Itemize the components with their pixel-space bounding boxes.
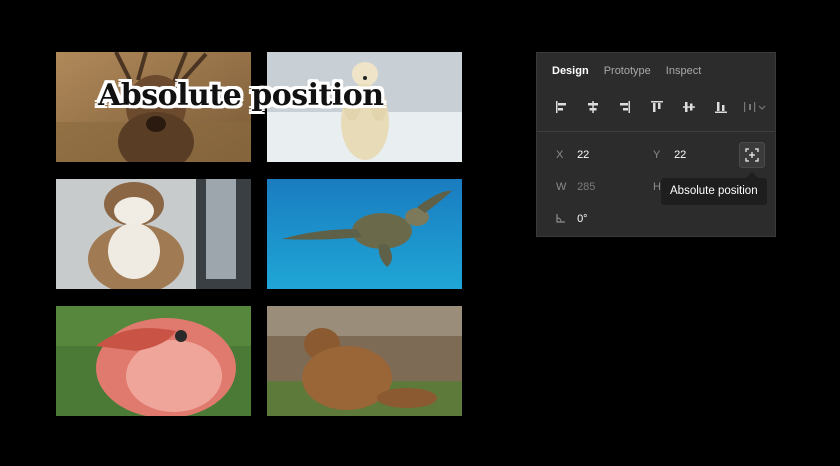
align-vertical-center-icon[interactable] <box>681 99 697 115</box>
photo-cat[interactable] <box>56 179 251 289</box>
w-field[interactable]: W 285 <box>556 181 595 193</box>
align-horizontal-center-icon[interactable] <box>585 99 601 115</box>
y-field[interactable]: Y 22 <box>653 149 686 161</box>
photo-flamingo[interactable] <box>56 306 251 416</box>
panel-tabs: Design Prototype Inspect <box>552 65 701 77</box>
w-value[interactable]: 285 <box>577 181 595 193</box>
y-value[interactable]: 22 <box>674 149 686 161</box>
align-left-icon[interactable] <box>554 99 570 115</box>
overlay-title: Absolute position <box>98 78 384 113</box>
align-top-icon[interactable] <box>649 99 665 115</box>
absolute-position-icon <box>745 148 759 162</box>
x-label: X <box>556 149 564 161</box>
align-right-icon[interactable] <box>616 99 632 115</box>
absolute-position-tooltip: Absolute position <box>661 178 767 205</box>
tab-prototype[interactable]: Prototype <box>604 65 651 77</box>
panel-divider <box>537 131 775 132</box>
x-value[interactable]: 22 <box>577 149 589 161</box>
rotation-icon <box>556 213 574 225</box>
distribute-icon[interactable] <box>742 99 768 115</box>
x-field[interactable]: X 22 <box>556 149 589 161</box>
w-label: W <box>556 181 567 193</box>
tab-inspect[interactable]: Inspect <box>666 65 701 77</box>
absolute-position-button[interactable] <box>739 142 765 168</box>
y-label: Y <box>653 149 661 161</box>
alignment-toolbar <box>552 99 767 117</box>
photo-brown-bear[interactable] <box>267 306 462 416</box>
rotation-field[interactable]: 0° <box>556 213 588 225</box>
align-bottom-icon[interactable] <box>713 99 729 115</box>
tab-design[interactable]: Design <box>552 65 589 77</box>
design-panel: Design Prototype Inspect X 22 Y 22 W 285… <box>536 52 776 237</box>
photo-sea-turtle[interactable] <box>267 179 462 289</box>
rotation-value[interactable]: 0° <box>577 213 588 225</box>
